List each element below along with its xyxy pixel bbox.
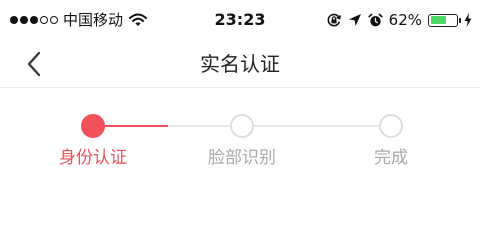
step-label-complete: 完成 xyxy=(374,148,408,168)
charging-bolt-icon xyxy=(464,13,472,27)
battery-cap xyxy=(459,17,461,23)
status-bar: 中国移动 23:23 62% xyxy=(0,0,480,40)
step-indicator-complete xyxy=(379,114,403,138)
battery-icon xyxy=(428,13,461,27)
step-label-identity: 身份认证 xyxy=(59,148,127,168)
step-connector xyxy=(254,125,380,127)
location-arrow-icon xyxy=(348,14,361,26)
battery-percentage: 62% xyxy=(388,11,422,29)
verification-stepper: 身份认证 脸部识别 完成 xyxy=(0,100,480,180)
step-indicator-identity xyxy=(81,114,105,138)
status-right-group: 62% xyxy=(326,11,472,29)
navigation-bar: 实名认证 xyxy=(0,40,480,88)
rotation-lock-icon xyxy=(327,13,341,27)
battery-level-fill xyxy=(430,16,446,24)
page-title: 实名认证 xyxy=(200,52,280,76)
step-connector xyxy=(105,125,231,127)
step-label-face: 脸部识别 xyxy=(208,148,276,168)
step-indicator-face xyxy=(230,114,254,138)
alarm-clock-icon xyxy=(368,13,383,26)
identity-verification-screen: 中国移动 23:23 62% 实名认证 身份认证 脸部识别 完成 xyxy=(0,0,480,240)
